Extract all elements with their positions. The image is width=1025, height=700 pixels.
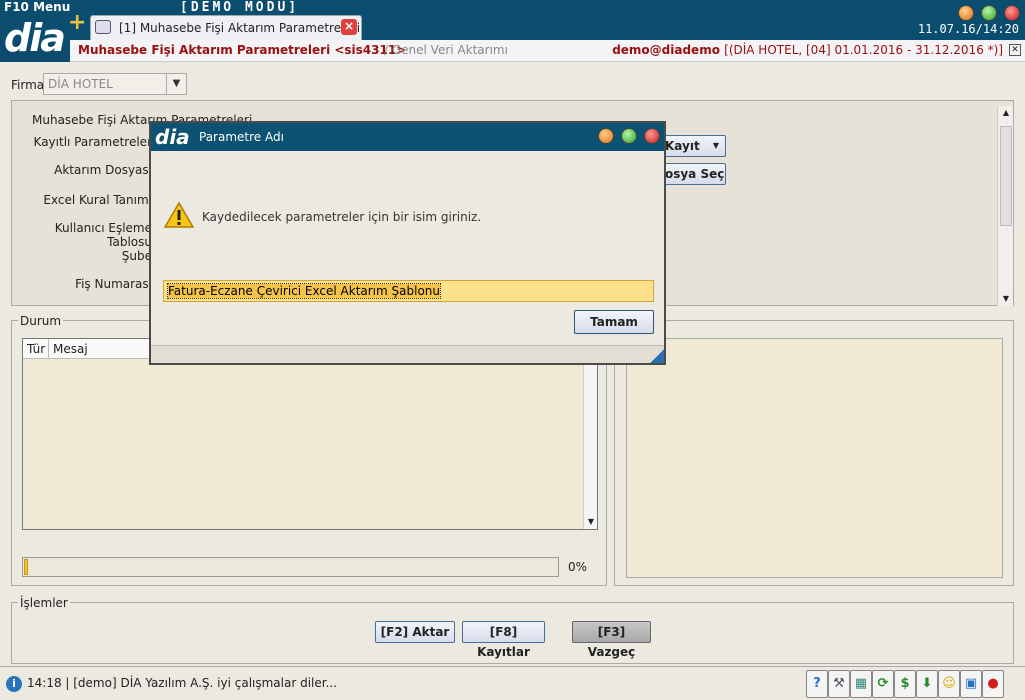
- tab-document-icon: [95, 20, 111, 34]
- status-bar: i 14:18 | [demo] DİA Yazılım A.Ş. iyi ça…: [0, 666, 1025, 700]
- info-icon: i: [6, 676, 22, 692]
- minimize-window-icon[interactable]: [958, 5, 974, 21]
- calculator-icon[interactable]: ▦: [850, 670, 872, 698]
- breadcrumb-parent[interactable]: / Genel Veri Aktarımı: [384, 43, 508, 57]
- scroll-down-icon[interactable]: ▼: [584, 515, 598, 529]
- progress-fill: [24, 559, 28, 575]
- islemler-title: İşlemler: [18, 596, 70, 610]
- kullanici-esleme-label: Kullanıcı Eşleme Tablosu: [54, 221, 152, 249]
- dialog-title-bar[interactable]: dia Parametre Adı: [151, 123, 664, 151]
- dialog-close-icon[interactable]: [644, 128, 660, 144]
- demo-mode-label: [DEMO MODU]: [180, 0, 300, 15]
- aktar-button[interactable]: [F2] Aktar: [375, 621, 455, 643]
- dialog-message: Kaydedilecek parametreler için bir isim …: [202, 210, 482, 224]
- fis-numarasi-label: Fiş Numarası: [75, 277, 152, 291]
- dia-logo: dia: [4, 16, 66, 60]
- warning-icon: [164, 201, 194, 228]
- power-icon[interactable]: ●: [982, 670, 1004, 698]
- parametre-adi-dialog: dia Parametre Adı Kaydedilecek parametre…: [149, 121, 666, 365]
- dropdown-arrow-icon: ▼: [712, 141, 719, 150]
- status-text: 14:18 | [demo] DİA Yazılım A.Ş. iyi çalı…: [27, 676, 338, 690]
- parameter-name-value: Fatura-Eczane Çevirici Excel Aktarım Şab…: [167, 283, 441, 299]
- tamam-button[interactable]: Tamam: [574, 310, 654, 334]
- progress-bar: [22, 557, 559, 577]
- column-mesaj[interactable]: Mesaj: [53, 342, 88, 356]
- durum-scrollbar[interactable]: ▼: [583, 359, 597, 529]
- dialog-maximize-icon[interactable]: [621, 128, 637, 144]
- tab-close-icon[interactable]: ×: [341, 19, 357, 35]
- breadcrumb: Muhasebe Fişi Aktarım Parametreleri <sis…: [70, 40, 1025, 62]
- tab-label: [1] Muhasebe Fişi Aktarım Parametreleri: [119, 21, 361, 35]
- sube-label: Şube: [121, 249, 152, 263]
- close-window-icon[interactable]: [1004, 5, 1020, 21]
- user-context: [(DİA HOTEL, [04] 01.01.2016 - 31.12.201…: [724, 43, 1003, 57]
- lock-icon[interactable]: ▣: [960, 670, 982, 698]
- durum-title: Durum: [18, 314, 64, 328]
- scroll-up-icon[interactable]: ▲: [998, 106, 1014, 120]
- firma-select[interactable]: DİA HOTEL ▼: [43, 73, 187, 95]
- parameter-name-input[interactable]: Fatura-Eczane Çevirici Excel Aktarım Şab…: [163, 280, 654, 302]
- dialog-minimize-icon[interactable]: [598, 128, 614, 144]
- column-tur[interactable]: Tür: [27, 342, 45, 356]
- vazgec-button[interactable]: [F3] Vazgeç: [572, 621, 651, 659]
- add-tab-icon[interactable]: +: [68, 12, 86, 34]
- help-icon[interactable]: ?: [806, 670, 828, 698]
- scroll-thumb[interactable]: [1000, 126, 1012, 226]
- aktarim-dosyasi-label: Aktarım Dosyası: [54, 163, 152, 177]
- breadcrumb-current: Muhasebe Fişi Aktarım Parametreleri <sis…: [78, 43, 407, 57]
- durum-table: Tür Mesaj ▼: [22, 338, 598, 530]
- wrench-icon[interactable]: ⚒: [828, 670, 850, 698]
- firma-select-value: DİA HOTEL: [48, 77, 113, 91]
- excel-kural-label: Excel Kural Tanımı: [43, 193, 152, 207]
- scroll-down-icon[interactable]: ▼: [998, 292, 1014, 306]
- parameters-scrollbar[interactable]: ▲ ▼: [997, 106, 1013, 306]
- firma-label: Firma: [11, 78, 45, 92]
- kayit-button-label: Kayıt: [665, 139, 700, 153]
- download-icon[interactable]: ⬇: [916, 670, 938, 698]
- progress-percent: 0%: [568, 560, 588, 574]
- kayitlar-button[interactable]: [F8] Kayıtlar: [462, 621, 545, 659]
- smiley-icon[interactable]: ☺: [938, 670, 960, 698]
- tab-muhasebe-fisi[interactable]: [1] Muhasebe Fişi Aktarım Parametreleri …: [90, 15, 362, 40]
- refresh-icon[interactable]: ⟳: [872, 670, 894, 698]
- header-close-icon[interactable]: ✕: [1009, 44, 1021, 56]
- chevron-down-icon[interactable]: ▼: [166, 74, 186, 94]
- maximize-window-icon[interactable]: [981, 5, 997, 21]
- dia-logo: dia: [155, 125, 190, 149]
- currency-icon[interactable]: $: [894, 670, 916, 698]
- user-info: demo@diademo [(DİA HOTEL, [04] 01.01.201…: [612, 43, 1003, 57]
- user-name: demo@diademo: [612, 43, 720, 57]
- resize-grip-icon[interactable]: [650, 349, 664, 363]
- dialog-footer: [151, 345, 664, 363]
- right-panel-content: [626, 338, 1003, 578]
- column-divider[interactable]: [48, 339, 49, 359]
- kayitli-parametreler-label: Kayıtlı Parametreler: [33, 135, 152, 149]
- clock-display: 11.07.16/14:20: [917, 22, 1019, 36]
- app-title-bar: F10 Menu dia + [DEMO MODU] 11.07.16/14:2…: [0, 0, 1025, 60]
- dialog-title: Parametre Adı: [199, 130, 284, 144]
- f10-menu-button[interactable]: F10 Menu: [4, 0, 70, 14]
